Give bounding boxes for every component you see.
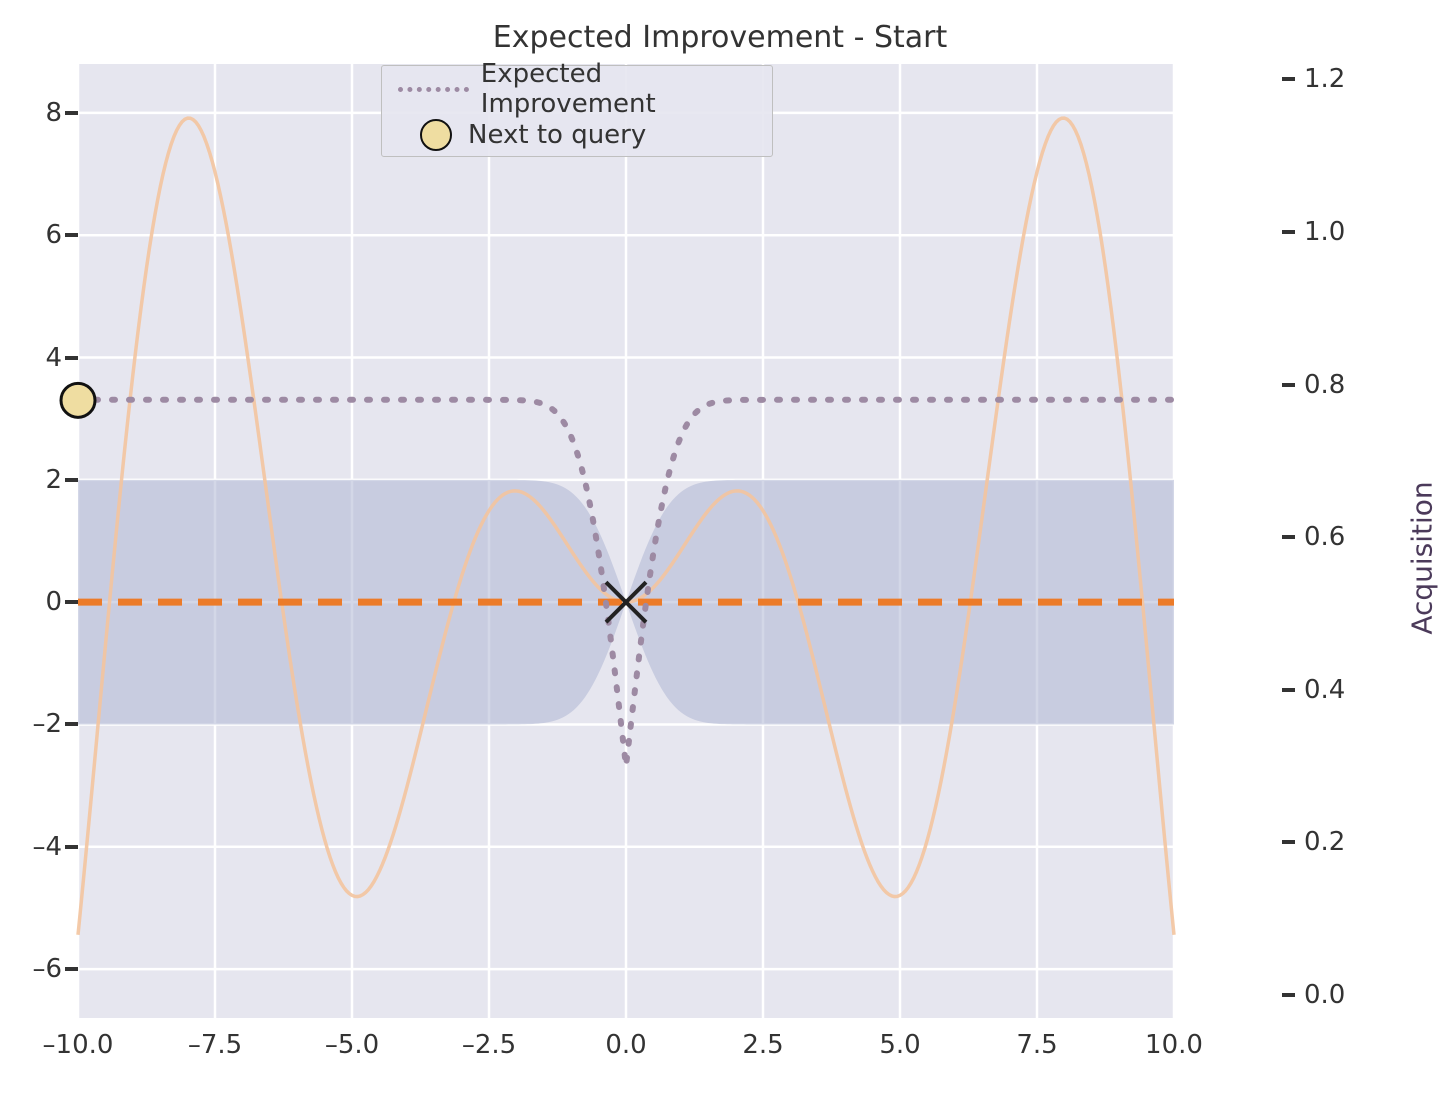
y-right-tick-label: 0.6 xyxy=(1304,522,1364,552)
y-left-tick-label: –4 xyxy=(2,832,62,862)
legend-label-ei: Expected Improvement xyxy=(481,59,772,119)
x-tick-label: 10.0 xyxy=(1134,1030,1214,1060)
legend-swatch-circle-icon xyxy=(420,119,452,151)
y-left-tick-label: 6 xyxy=(2,220,62,250)
y-right-tick-label: 1.2 xyxy=(1304,64,1364,94)
x-tick-label: –5.0 xyxy=(312,1030,392,1060)
x-tick-label: 2.5 xyxy=(723,1030,803,1060)
y-left-tick-label: 8 xyxy=(2,98,62,128)
y-left-tick-label: –2 xyxy=(2,709,62,739)
right-axis-label: Acquisition Function xyxy=(1406,481,1440,634)
y-left-tick-label: 2 xyxy=(2,465,62,495)
legend: Expected Improvement Next to query xyxy=(381,65,773,157)
y-right-tick-label: 1.0 xyxy=(1304,217,1364,247)
plot-area xyxy=(78,64,1174,1018)
y-right-tick-label: 0.0 xyxy=(1304,980,1364,1010)
x-tick-label: 0.0 xyxy=(586,1030,666,1060)
x-tick-label: 5.0 xyxy=(860,1030,940,1060)
x-tick-label: –7.5 xyxy=(175,1030,255,1060)
y-left-tick-label: 4 xyxy=(2,343,62,373)
legend-label-next: Next to query xyxy=(468,120,646,150)
legend-swatch-ei-icon xyxy=(398,87,469,92)
chart-svg xyxy=(78,64,1174,1018)
x-tick-label: –2.5 xyxy=(449,1030,529,1060)
y-right-tick-label: 0.2 xyxy=(1304,827,1364,857)
x-tick-label: 7.5 xyxy=(997,1030,1077,1060)
y-left-tick-label: 0 xyxy=(2,587,62,617)
y-right-tick-label: 0.8 xyxy=(1304,370,1364,400)
figure: Expected Improvement - Start Acquisition… xyxy=(0,0,1440,1106)
y-right-tick-label: 0.4 xyxy=(1304,675,1364,705)
y-left-tick-label: –6 xyxy=(2,954,62,984)
x-tick-label: –10.0 xyxy=(38,1030,118,1060)
chart-title: Expected Improvement - Start xyxy=(0,20,1440,55)
